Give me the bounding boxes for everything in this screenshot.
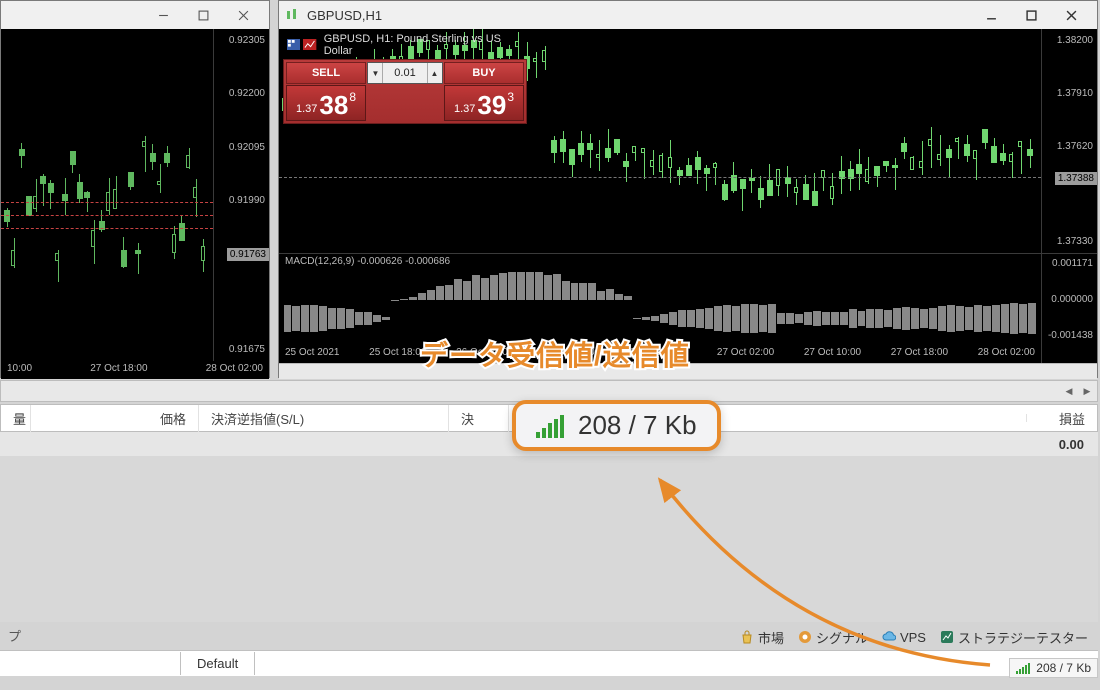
signal-link[interactable]: シグナル [798,628,868,647]
left-candles [1,29,213,343]
window-title: GBPUSD,H1 [303,8,971,23]
main-chart-area[interactable]: GBPUSD, H1: Pound Sterling vs US Dollar … [279,29,1097,253]
orders-empty-area [0,456,1098,622]
chart-tab-strip[interactable]: ◀ ▶ [0,380,1098,402]
right-price-tag: 1.37388 [1055,172,1097,185]
market-label: 市場 [758,628,784,647]
left-price-tag: 0.91763 [227,248,269,261]
market-link[interactable]: 市場 [740,628,784,647]
sell-price-base: 1.37 [296,103,317,115]
traffic-value: 208 / 7 Kb [1036,661,1091,675]
sell-label[interactable]: SELL [286,62,366,84]
col-tp-partial[interactable]: 決 [449,405,509,432]
annotation-box: 208 / 7 Kb [512,400,721,451]
left-chart-window: 0.923050.922000.920950.919900.918850.916… [0,0,270,378]
left-time-scale: 10:0027 Oct 18:0028 Oct 02:00 [1,361,269,379]
pair-label: GBPUSD, H1: Pound Sterling vs US Dollar [324,33,523,57]
right-titlebar: GBPUSD,H1 [279,1,1097,29]
pair-label-row: GBPUSD, H1: Pound Sterling vs US Dollar [283,31,527,59]
one-click-trade-panel: GBPUSD, H1: Pound Sterling vs US Dollar … [283,31,527,124]
left-titlebar [1,1,269,29]
minimize-button[interactable] [971,3,1011,27]
annotation-value: 208 / 7 Kb [578,410,697,441]
vps-label: VPS [900,630,926,645]
bottom-links-bar: 市場 シグナル VPS ストラテジーテスター [0,624,1098,650]
volume-down-button[interactable]: ▼ [369,63,383,83]
maximize-button[interactable] [1011,3,1051,27]
buy-price-base: 1.37 [454,103,475,115]
signal-icon [798,630,812,644]
sell-price-big: 38 [319,92,348,118]
vps-link[interactable]: VPS [882,630,926,645]
macd-scale: 0.0011710.000000-0.001438 [1041,254,1097,345]
statusbar: 208 / 7 Kb [1009,658,1098,678]
volume-up-button[interactable]: ▲ [427,63,441,83]
buy-label[interactable]: BUY [444,62,524,84]
signal-bars-icon [1016,662,1030,674]
macd-panel[interactable]: MACD(12,26,9) -0.000626 -0.000686 0.0011… [279,253,1097,345]
last-price-line [279,177,1041,178]
col-sl[interactable]: 決済逆指値(S/L) [199,405,449,432]
tester-icon [940,630,954,644]
tester-link[interactable]: ストラテジーテスター [940,628,1088,647]
tab-scroll-left-icon[interactable]: ◀ [1061,383,1077,399]
volume-input[interactable]: ▼ 0.01 ▲ [367,62,443,84]
buy-button[interactable]: 1.37 39 3 [444,85,524,121]
col-pl[interactable]: 損益 [1027,405,1097,432]
trade-box: SELL ▼ 0.01 ▲ BUY 1.37 38 8 1.37 39 3 [283,59,527,124]
buy-price-pip: 3 [507,90,514,104]
minimize-button[interactable] [143,3,183,27]
col-amount[interactable]: 量 [1,405,31,432]
macd-bars [283,260,1037,341]
tab-scroll-right-icon[interactable]: ▶ [1079,383,1095,399]
signal-label: シグナル [816,628,868,647]
ma-line [1,202,213,203]
buy-price-big: 39 [477,92,506,118]
profile-default[interactable]: Default [180,652,255,675]
annotation-label: データ受信値/送信値 [420,334,690,374]
signal-bars-icon [536,414,564,438]
tester-label: ストラテジーテスター [958,628,1088,647]
right-price-scale: 1.382001.379101.376201.37330 [1041,29,1097,253]
pl-value: 0.00 [1059,437,1084,452]
left-price-scale: 0.923050.922000.920950.919900.918850.916… [213,29,269,361]
close-button[interactable] [223,3,263,27]
volume-value: 0.01 [394,67,415,79]
chart-toggle-icon[interactable] [303,39,316,51]
profile-bar: Default [0,650,1098,676]
close-button[interactable] [1051,3,1091,27]
ma-line [1,215,213,216]
grid-icon [287,39,300,51]
ma-line [1,228,213,229]
right-chart-window: GBPUSD,H1 GBPUSD, H1: Pound Sterling vs … [278,0,1098,378]
cloud-icon [882,630,896,644]
bag-icon [740,630,754,644]
sell-button[interactable]: 1.37 38 8 [286,85,366,121]
left-chart-area[interactable]: 0.923050.922000.920950.919900.918850.916… [1,29,269,361]
candlestick-icon [285,8,299,22]
col-price[interactable]: 価格 [31,405,199,432]
sell-price-pip: 8 [349,90,356,104]
maximize-button[interactable] [183,3,223,27]
